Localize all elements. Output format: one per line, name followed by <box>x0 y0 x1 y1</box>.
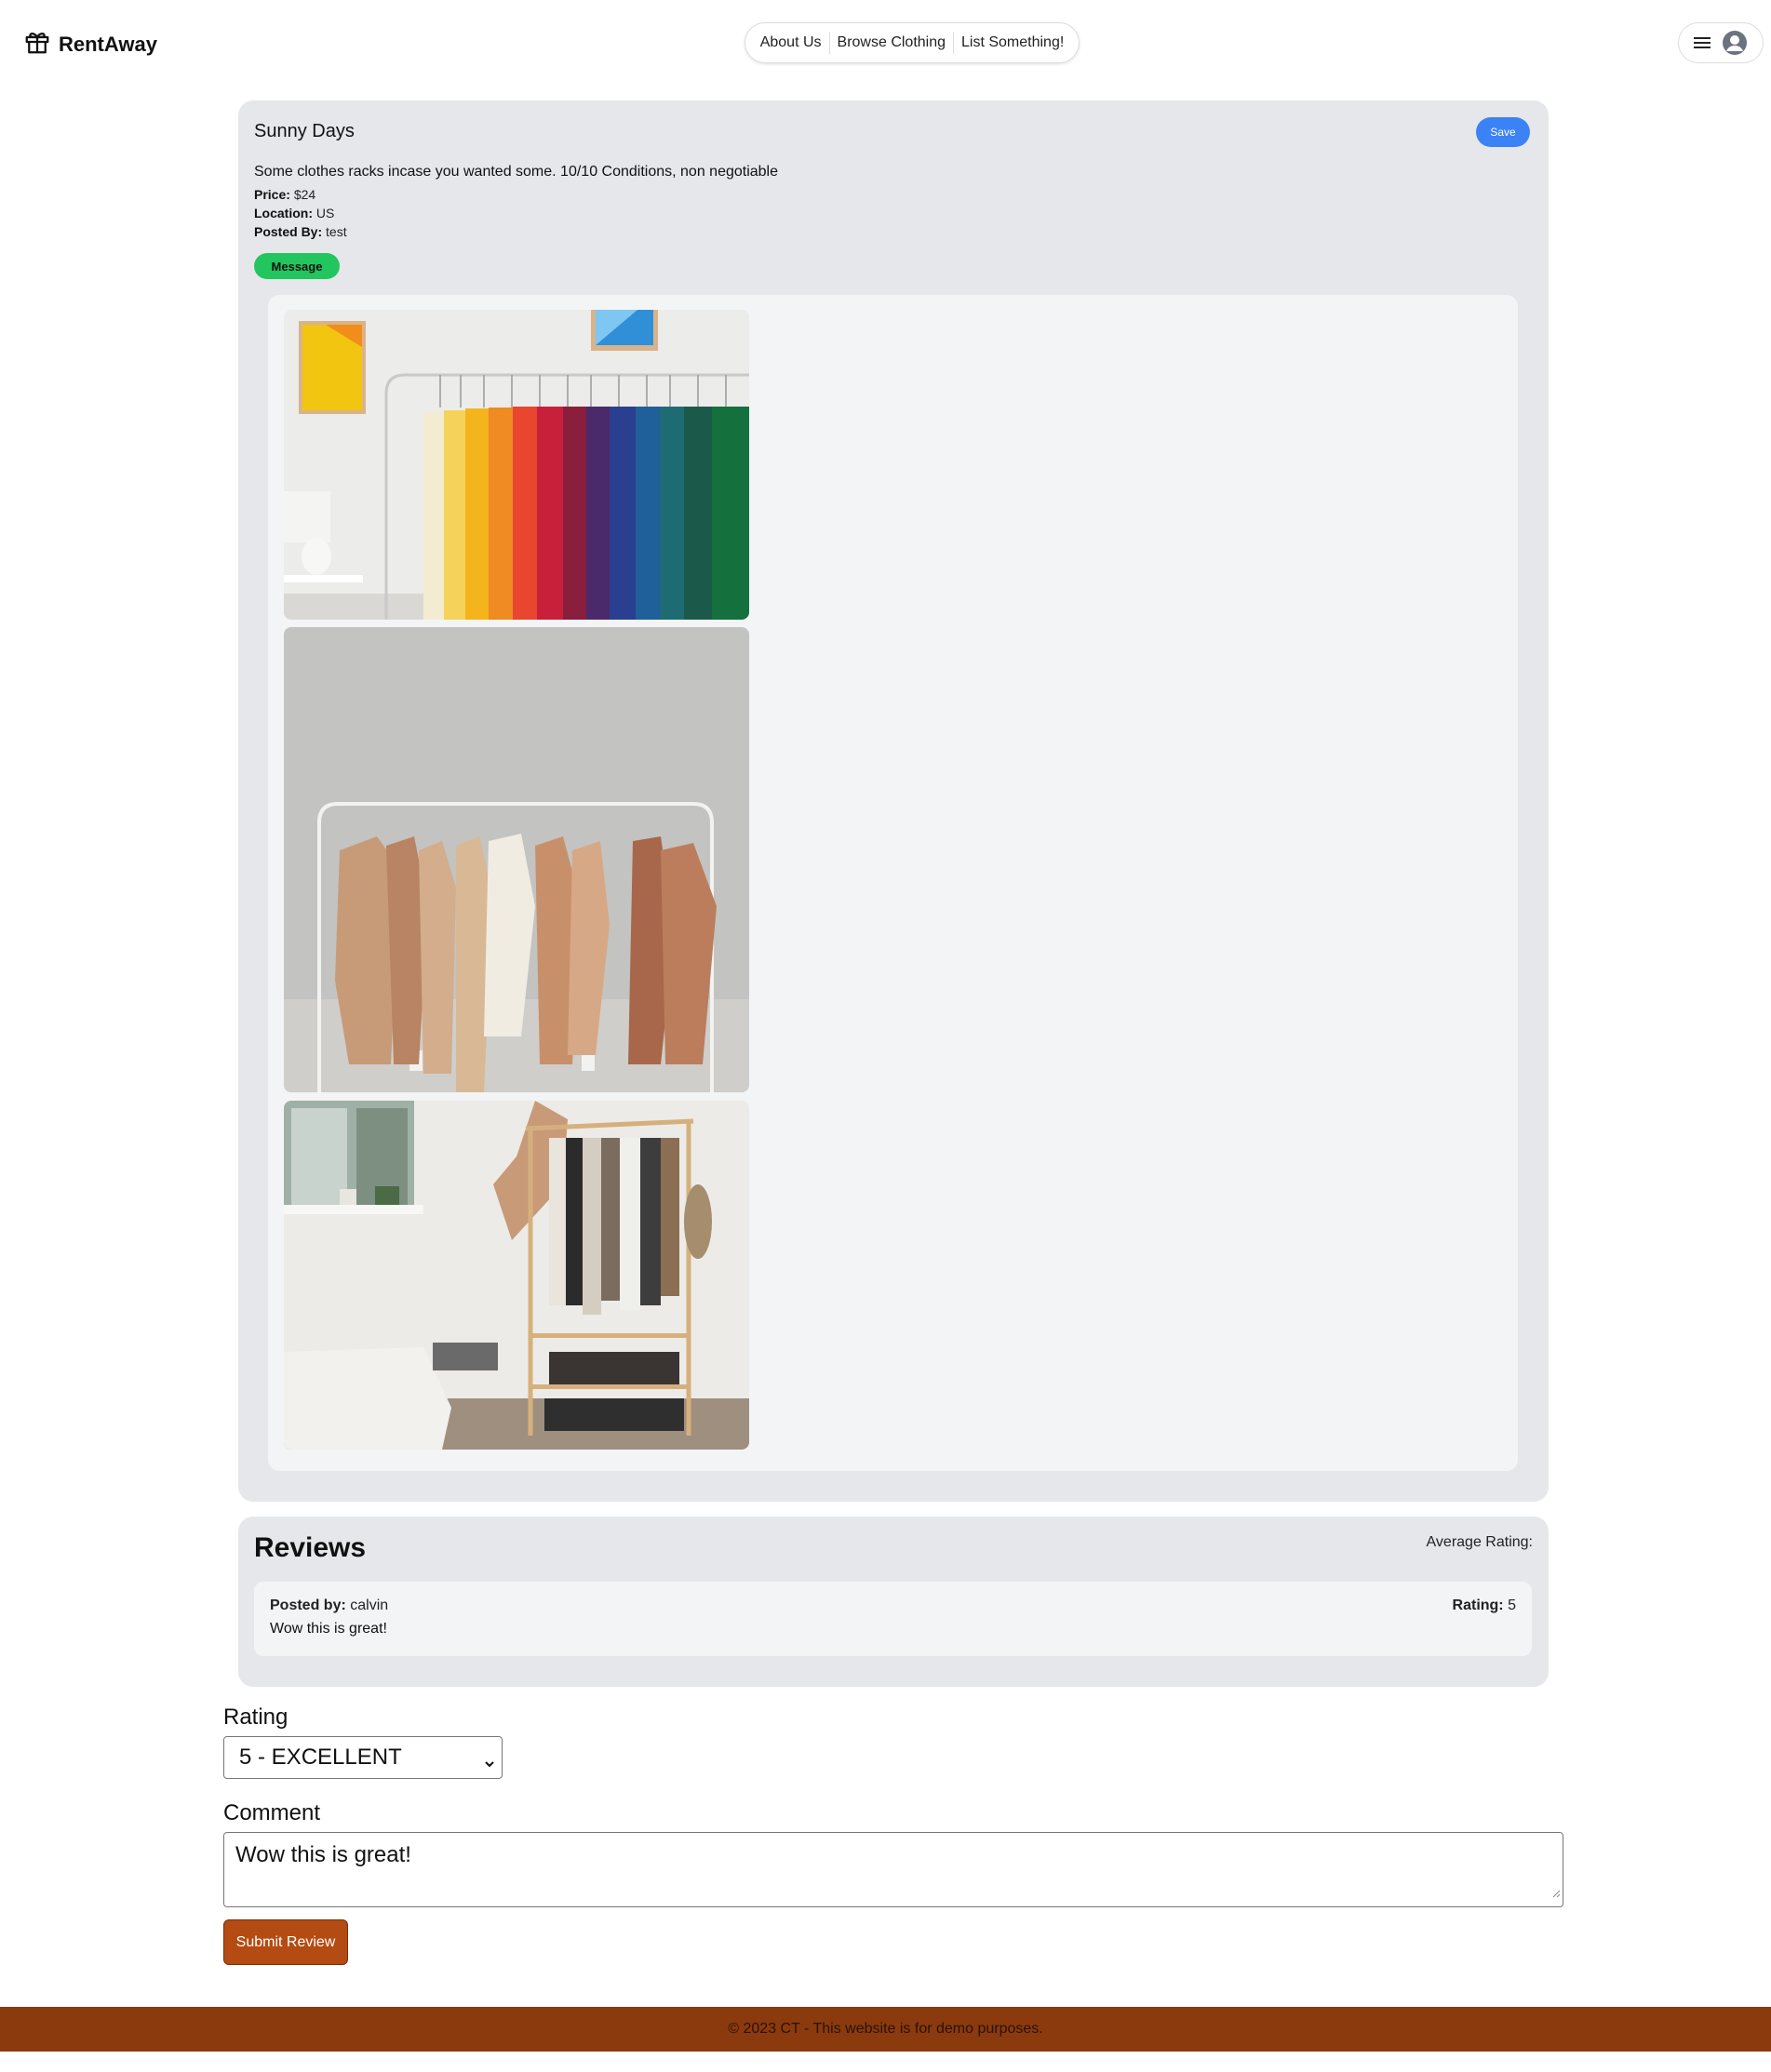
reviews-section: Reviews Average Rating: Posted by: calvi… <box>238 1517 1549 1687</box>
location-label: Location: <box>254 206 313 221</box>
review-item: Posted by: calvin Rating: 5 Wow this is … <box>254 1582 1532 1656</box>
neutral-clothes-rack-photo[interactable] <box>284 627 749 1092</box>
price-value: $24 <box>293 187 316 202</box>
submit-review-button[interactable]: Submit Review <box>223 1919 348 1965</box>
rating-select[interactable]: 5 - EXCELLENT <box>223 1736 503 1779</box>
main-nav: About Us Browse Clothing List Something! <box>745 22 1080 63</box>
listing-location: Location: US <box>254 206 334 221</box>
footer-text: © 2023 CT - This website is for demo pur… <box>728 2021 1043 2037</box>
bedroom-clothes-rack-photo[interactable] <box>284 1101 749 1450</box>
listing-price: Price: $24 <box>254 187 315 202</box>
menu-icon <box>1694 35 1711 50</box>
review-author-name: calvin <box>350 1597 389 1613</box>
posted-by-value: test <box>326 224 347 239</box>
review-rating: Rating: 5 <box>1453 1597 1516 1614</box>
nav-browse-clothing[interactable]: Browse Clothing <box>830 34 954 51</box>
listing-card: Sunny Days Save Some clothes racks incas… <box>238 100 1549 1502</box>
price-label: Price: <box>254 187 290 202</box>
review-author: Posted by: calvin <box>270 1597 388 1614</box>
nav-about-us[interactable]: About Us <box>753 34 829 51</box>
comment-textarea[interactable]: Wow this is great! <box>223 1832 1563 1907</box>
review-posted-by-label: Posted by: <box>270 1597 346 1613</box>
chevron-down-icon <box>483 1751 496 1777</box>
photo-gallery <box>268 295 1518 1471</box>
location-value: US <box>315 206 335 221</box>
listing-description: Some clothes racks incase you wanted som… <box>254 164 779 180</box>
review-rating-label: Rating: <box>1452 1597 1504 1613</box>
posted-by-label: Posted By: <box>254 224 323 239</box>
user-menu-button[interactable] <box>1678 22 1764 63</box>
footer: © 2023 CT - This website is for demo pur… <box>0 2007 1771 2052</box>
gift-icon <box>23 28 51 60</box>
brand-name: RentAway <box>59 32 157 56</box>
reviews-title: Reviews <box>254 1532 367 1563</box>
resize-handle-icon[interactable] <box>1551 1878 1561 1905</box>
average-rating: Average Rating: <box>1426 1534 1533 1550</box>
nav-list-something[interactable]: List Something! <box>954 34 1071 51</box>
rating-label: Rating <box>223 1704 288 1730</box>
listing-title: Sunny Days <box>254 121 355 141</box>
rainbow-clothes-rack-photo[interactable] <box>284 310 749 620</box>
comment-label: Comment <box>223 1800 321 1825</box>
listing-posted-by: Posted By: test <box>254 224 347 239</box>
save-button[interactable]: Save <box>1476 117 1530 147</box>
message-button[interactable]: Message <box>254 253 340 279</box>
review-text: Wow this is great! <box>270 1621 387 1637</box>
top-navbar: RentAway About Us Browse Clothing List S… <box>0 0 1771 84</box>
review-rating-value: 5 <box>1508 1597 1516 1613</box>
user-avatar-icon <box>1722 30 1748 56</box>
brand-logo[interactable]: RentAway <box>23 28 157 60</box>
comment-value: Wow this is great! <box>235 1842 411 1867</box>
rating-selected-value: 5 - EXCELLENT <box>239 1744 402 1770</box>
